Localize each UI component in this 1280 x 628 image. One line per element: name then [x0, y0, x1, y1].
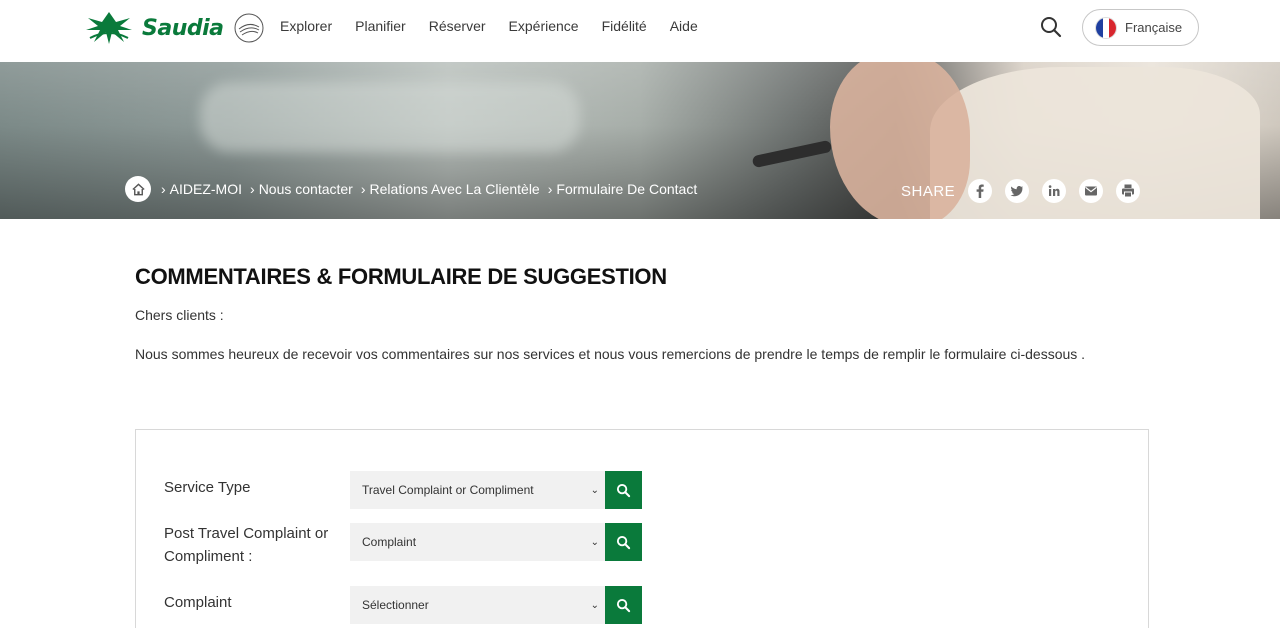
search-icon[interactable] [1038, 14, 1064, 40]
breadcrumb-label: Relations Avec La Clientèle [369, 181, 540, 197]
page-title: COMMENTAIRES & FORMULAIRE DE SUGGESTION [135, 264, 667, 289]
complaint-label: Complaint [164, 594, 232, 611]
form-row-complaint: Complaint [164, 591, 351, 614]
select-value: Travel Complaint or Compliment [362, 483, 534, 497]
breadcrumb: › AIDEZ-MOI › Nous contacter › Relations Av… [125, 176, 705, 202]
post-travel-select[interactable]: Complaint ⌄ [350, 523, 605, 561]
nav-reserver[interactable]: Réserver [429, 17, 486, 35]
facebook-icon[interactable] [968, 179, 993, 203]
twitter-icon[interactable] [1005, 179, 1030, 203]
breadcrumb-item-aidez-moi[interactable]: › AIDEZ-MOI [161, 181, 242, 197]
chevron-right-icon: › [360, 181, 366, 197]
breadcrumb-label: Nous contacter [258, 181, 353, 197]
print-icon[interactable] [1116, 179, 1141, 203]
chevron-down-icon: ⌄ [590, 536, 599, 548]
breadcrumb-item-nous-contacter[interactable]: › Nous contacter [250, 181, 353, 197]
home-icon[interactable] [125, 176, 151, 202]
breadcrumb-item-relations[interactable]: › Relations Avec La Clientèle [361, 181, 540, 197]
feedback-form: Service Type Travel Complaint or Complim… [135, 429, 1149, 628]
service-type-search-button[interactable] [605, 471, 642, 509]
breadcrumb-item-formulaire[interactable]: › Formulaire De Contact [548, 181, 698, 197]
complaint-select[interactable]: Sélectionner ⌄ [350, 586, 605, 624]
search-icon [616, 483, 631, 497]
palm-swords-logo-icon [86, 12, 132, 44]
brand-name: Saudia [142, 15, 224, 41]
share-label: SHARE [901, 182, 956, 200]
chevron-right-icon: › [161, 181, 166, 197]
select-value: Sélectionner [362, 598, 429, 612]
search-icon [616, 535, 631, 549]
form-row-post-travel: Post Travel Complaint or Compliment : [164, 522, 351, 568]
nav-explorer[interactable]: Explorer [280, 17, 332, 35]
post-travel-select-group: Complaint ⌄ [350, 523, 642, 561]
hero-background [200, 82, 580, 152]
site-header: Saudia Explorer Planifier Réserver Expér… [0, 0, 1280, 62]
service-type-select-group: Travel Complaint or Compliment ⌄ [350, 471, 642, 509]
share-bar: SHARE [901, 179, 1153, 203]
language-selector[interactable]: Française [1082, 9, 1199, 46]
nav-fidelite[interactable]: Fidélité [602, 17, 647, 35]
saudia-logo[interactable]: Saudia [82, 8, 266, 48]
breadcrumb-label: Formulaire De Contact [556, 181, 698, 197]
service-type-select[interactable]: Travel Complaint or Compliment ⌄ [350, 471, 605, 509]
hero-banner: › AIDEZ-MOI › Nous contacter › Relations Av… [0, 62, 1280, 219]
nav-experience[interactable]: Expérience [509, 17, 579, 35]
france-flag-icon [1095, 16, 1117, 39]
linkedin-icon[interactable] [1042, 179, 1067, 203]
hero-headset-shape [751, 139, 833, 169]
main-nav: Explorer Planifier Réserver Expérience F… [280, 17, 721, 35]
form-row-service-type: Service Type [164, 476, 351, 499]
intro-text: Nous sommes heureux de recevoir vos comm… [135, 346, 1086, 362]
nav-planifier[interactable]: Planifier [355, 17, 406, 35]
post-travel-search-button[interactable] [605, 523, 642, 561]
post-travel-label: Post Travel Complaint or Compliment : [164, 525, 329, 565]
nav-aide[interactable]: Aide [670, 17, 698, 35]
language-label: Française [1125, 20, 1183, 35]
chevron-down-icon: ⌄ [590, 484, 599, 496]
chevron-right-icon: › [547, 181, 553, 197]
complaint-select-group: Sélectionner ⌄ [350, 586, 642, 624]
service-type-label: Service Type [164, 479, 251, 496]
greeting-text: Chers clients : [135, 307, 224, 323]
complaint-search-button[interactable] [605, 586, 642, 624]
select-value: Complaint [362, 535, 417, 549]
search-icon [616, 598, 631, 612]
email-icon[interactable] [1079, 179, 1104, 203]
chevron-down-icon: ⌄ [590, 599, 599, 611]
breadcrumb-label: AIDEZ-MOI [169, 181, 243, 197]
skyteam-icon [234, 13, 263, 43]
chevron-right-icon: › [250, 181, 255, 197]
